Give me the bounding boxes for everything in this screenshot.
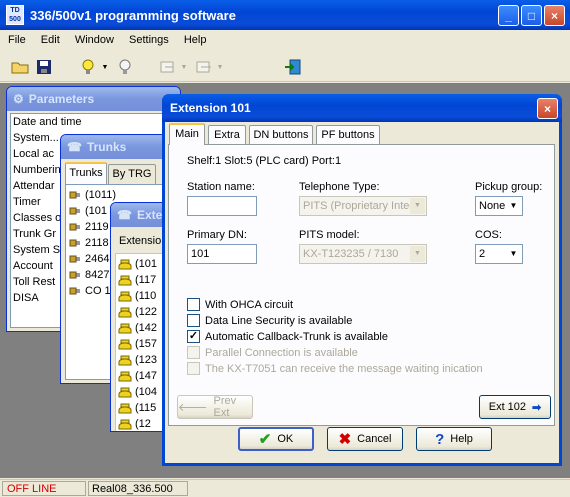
- primary-dn-label: Primary DN:: [187, 229, 247, 241]
- cos-label: COS:: [475, 229, 502, 241]
- pits-model-select: KX-T123235 / 7130 ▼: [299, 244, 427, 264]
- dialog-title-bar[interactable]: Extension 101 ×: [162, 94, 562, 122]
- checkbox-box[interactable]: [187, 298, 200, 311]
- trunk-plug-icon: [68, 269, 82, 281]
- telephone-type-label: Telephone Type:: [299, 181, 380, 193]
- parameters-title-bar[interactable]: ⚙ Parameters: [7, 87, 180, 111]
- export-icon: [194, 57, 214, 77]
- exit-door-icon[interactable]: [283, 57, 303, 77]
- main-tab-panel: Shelf:1 Slot:5 (PLC card) Port:1 Station…: [168, 144, 555, 426]
- chevron-down-icon: ▼: [180, 63, 188, 71]
- port-location: Shelf:1 Slot:5 (PLC card) Port:1: [187, 155, 342, 167]
- app-title: 336/500v1 programming software: [30, 7, 236, 23]
- tab-extra[interactable]: Extra: [208, 125, 246, 145]
- checkbox-box: [187, 362, 200, 375]
- pickup-group-label: Pickup group:: [475, 181, 543, 193]
- menu-file[interactable]: File: [8, 34, 26, 46]
- status-bar: OFF LINE Real08_336.500: [0, 479, 570, 497]
- arrow-right-icon: ➡: [532, 401, 542, 414]
- phone-icon: [118, 386, 132, 398]
- ohca-checkbox[interactable]: With OHCA circuit: [187, 298, 293, 311]
- chevron-down-icon: ▼: [410, 246, 425, 262]
- chevron-down-icon[interactable]: ▼: [506, 246, 521, 262]
- tab-dn-buttons[interactable]: DN buttons: [249, 125, 313, 145]
- pits-model-label: PITS model:: [299, 229, 360, 241]
- checkmark-icon[interactable]: ✓: [187, 330, 200, 343]
- trunks-window-icon: ☎: [67, 140, 82, 154]
- phone-icon: [118, 418, 132, 430]
- menu-bar: File Edit Window Settings Help: [0, 30, 570, 50]
- message-waiting-checkbox: The KX-T7051 can receive the message wai…: [187, 362, 483, 375]
- help-button[interactable]: ? Help: [416, 427, 492, 451]
- close-button[interactable]: ×: [544, 5, 565, 26]
- tab-main[interactable]: Main: [169, 123, 205, 145]
- trunk-plug-icon: [68, 253, 82, 265]
- parameters-window-icon: ⚙: [13, 92, 24, 106]
- import-icon: [158, 57, 178, 77]
- station-name-label: Station name:: [187, 181, 255, 193]
- next-ext-button[interactable]: Ext 102 ➡: [479, 395, 551, 419]
- phone-icon: [118, 274, 132, 286]
- phone-icon: [118, 354, 132, 366]
- phone-icon: [118, 370, 132, 382]
- open-folder-icon[interactable]: [10, 57, 30, 77]
- dialog-close-button[interactable]: ×: [537, 98, 558, 119]
- parallel-connection-checkbox: Parallel Connection is available: [187, 346, 358, 359]
- minimize-button[interactable]: _: [498, 5, 519, 26]
- trunk-plug-icon: [68, 285, 82, 297]
- dialog-title: Extension 101: [170, 101, 251, 115]
- lightbulb-off-icon[interactable]: [115, 57, 135, 77]
- project-file-name: Real08_336.500: [88, 481, 188, 496]
- primary-dn-input[interactable]: 101: [187, 244, 257, 264]
- trunk-plug-icon: [68, 221, 82, 233]
- phone-icon: [118, 306, 132, 318]
- checkbox-box: [187, 346, 200, 359]
- tab-by-trg[interactable]: By TRG: [108, 164, 156, 184]
- tab-trunks[interactable]: Trunks: [65, 162, 107, 184]
- phone-icon: [118, 338, 132, 350]
- parameters-title: Parameters: [28, 92, 95, 106]
- telephone-type-select: PITS (Proprietary Integ ▼: [299, 196, 427, 216]
- arrow-left-icon: 🡐: [178, 402, 208, 414]
- data-line-security-checkbox[interactable]: Data Line Security is available: [187, 314, 352, 327]
- cross-icon: ✖: [338, 431, 352, 448]
- extensions-title: Exte: [136, 208, 163, 222]
- lightbulb-on-icon[interactable]: [78, 57, 98, 77]
- help-question-icon: ?: [435, 430, 445, 448]
- menu-window[interactable]: Window: [75, 34, 114, 46]
- save-icon[interactable]: [34, 57, 54, 77]
- checkmark-icon: ✔: [258, 431, 272, 448]
- extensions-window-icon: ☎: [117, 208, 132, 222]
- cos-select[interactable]: 2 ▼: [475, 244, 523, 264]
- station-name-input[interactable]: [187, 196, 257, 216]
- pickup-group-select[interactable]: None ▼: [475, 196, 523, 216]
- app-logo-icon: TD 500: [6, 5, 24, 25]
- menu-settings[interactable]: Settings: [129, 34, 169, 46]
- tab-pf-buttons[interactable]: PF buttons: [316, 125, 380, 145]
- prev-ext-button: 🡐 Prev Ext: [177, 395, 253, 419]
- chevron-down-icon: ▼: [410, 198, 425, 214]
- phone-icon: [118, 258, 132, 270]
- checkbox-box[interactable]: [187, 314, 200, 327]
- chevron-down-icon[interactable]: ▼: [100, 57, 110, 77]
- automatic-callback-checkbox[interactable]: ✓ Automatic Callback-Trunk is available: [187, 330, 388, 343]
- trunk-plug-icon: [68, 205, 82, 217]
- cancel-button[interactable]: ✖ Cancel: [327, 427, 403, 451]
- chevron-down-icon[interactable]: ▼: [506, 198, 521, 214]
- phone-icon: [118, 322, 132, 334]
- chevron-down-icon: ▼: [216, 63, 224, 71]
- app-title-bar[interactable]: TD 500 336/500v1 programming software _ □…: [0, 0, 570, 30]
- phone-icon: [118, 290, 132, 302]
- extension-dialog[interactable]: Extension 101 × Main Extra DN buttons PF…: [162, 94, 562, 466]
- menu-help[interactable]: Help: [184, 34, 207, 46]
- list-item[interactable]: Date and time: [11, 114, 176, 130]
- trunk-plug-icon: [68, 237, 82, 249]
- menu-edit[interactable]: Edit: [41, 34, 60, 46]
- maximize-button[interactable]: □: [521, 5, 542, 26]
- trunks-title: Trunks: [86, 140, 127, 154]
- trunk-plug-icon: [68, 189, 82, 201]
- ok-button[interactable]: ✔ OK: [238, 427, 314, 451]
- connection-status: OFF LINE: [2, 481, 86, 496]
- phone-icon: [118, 402, 132, 414]
